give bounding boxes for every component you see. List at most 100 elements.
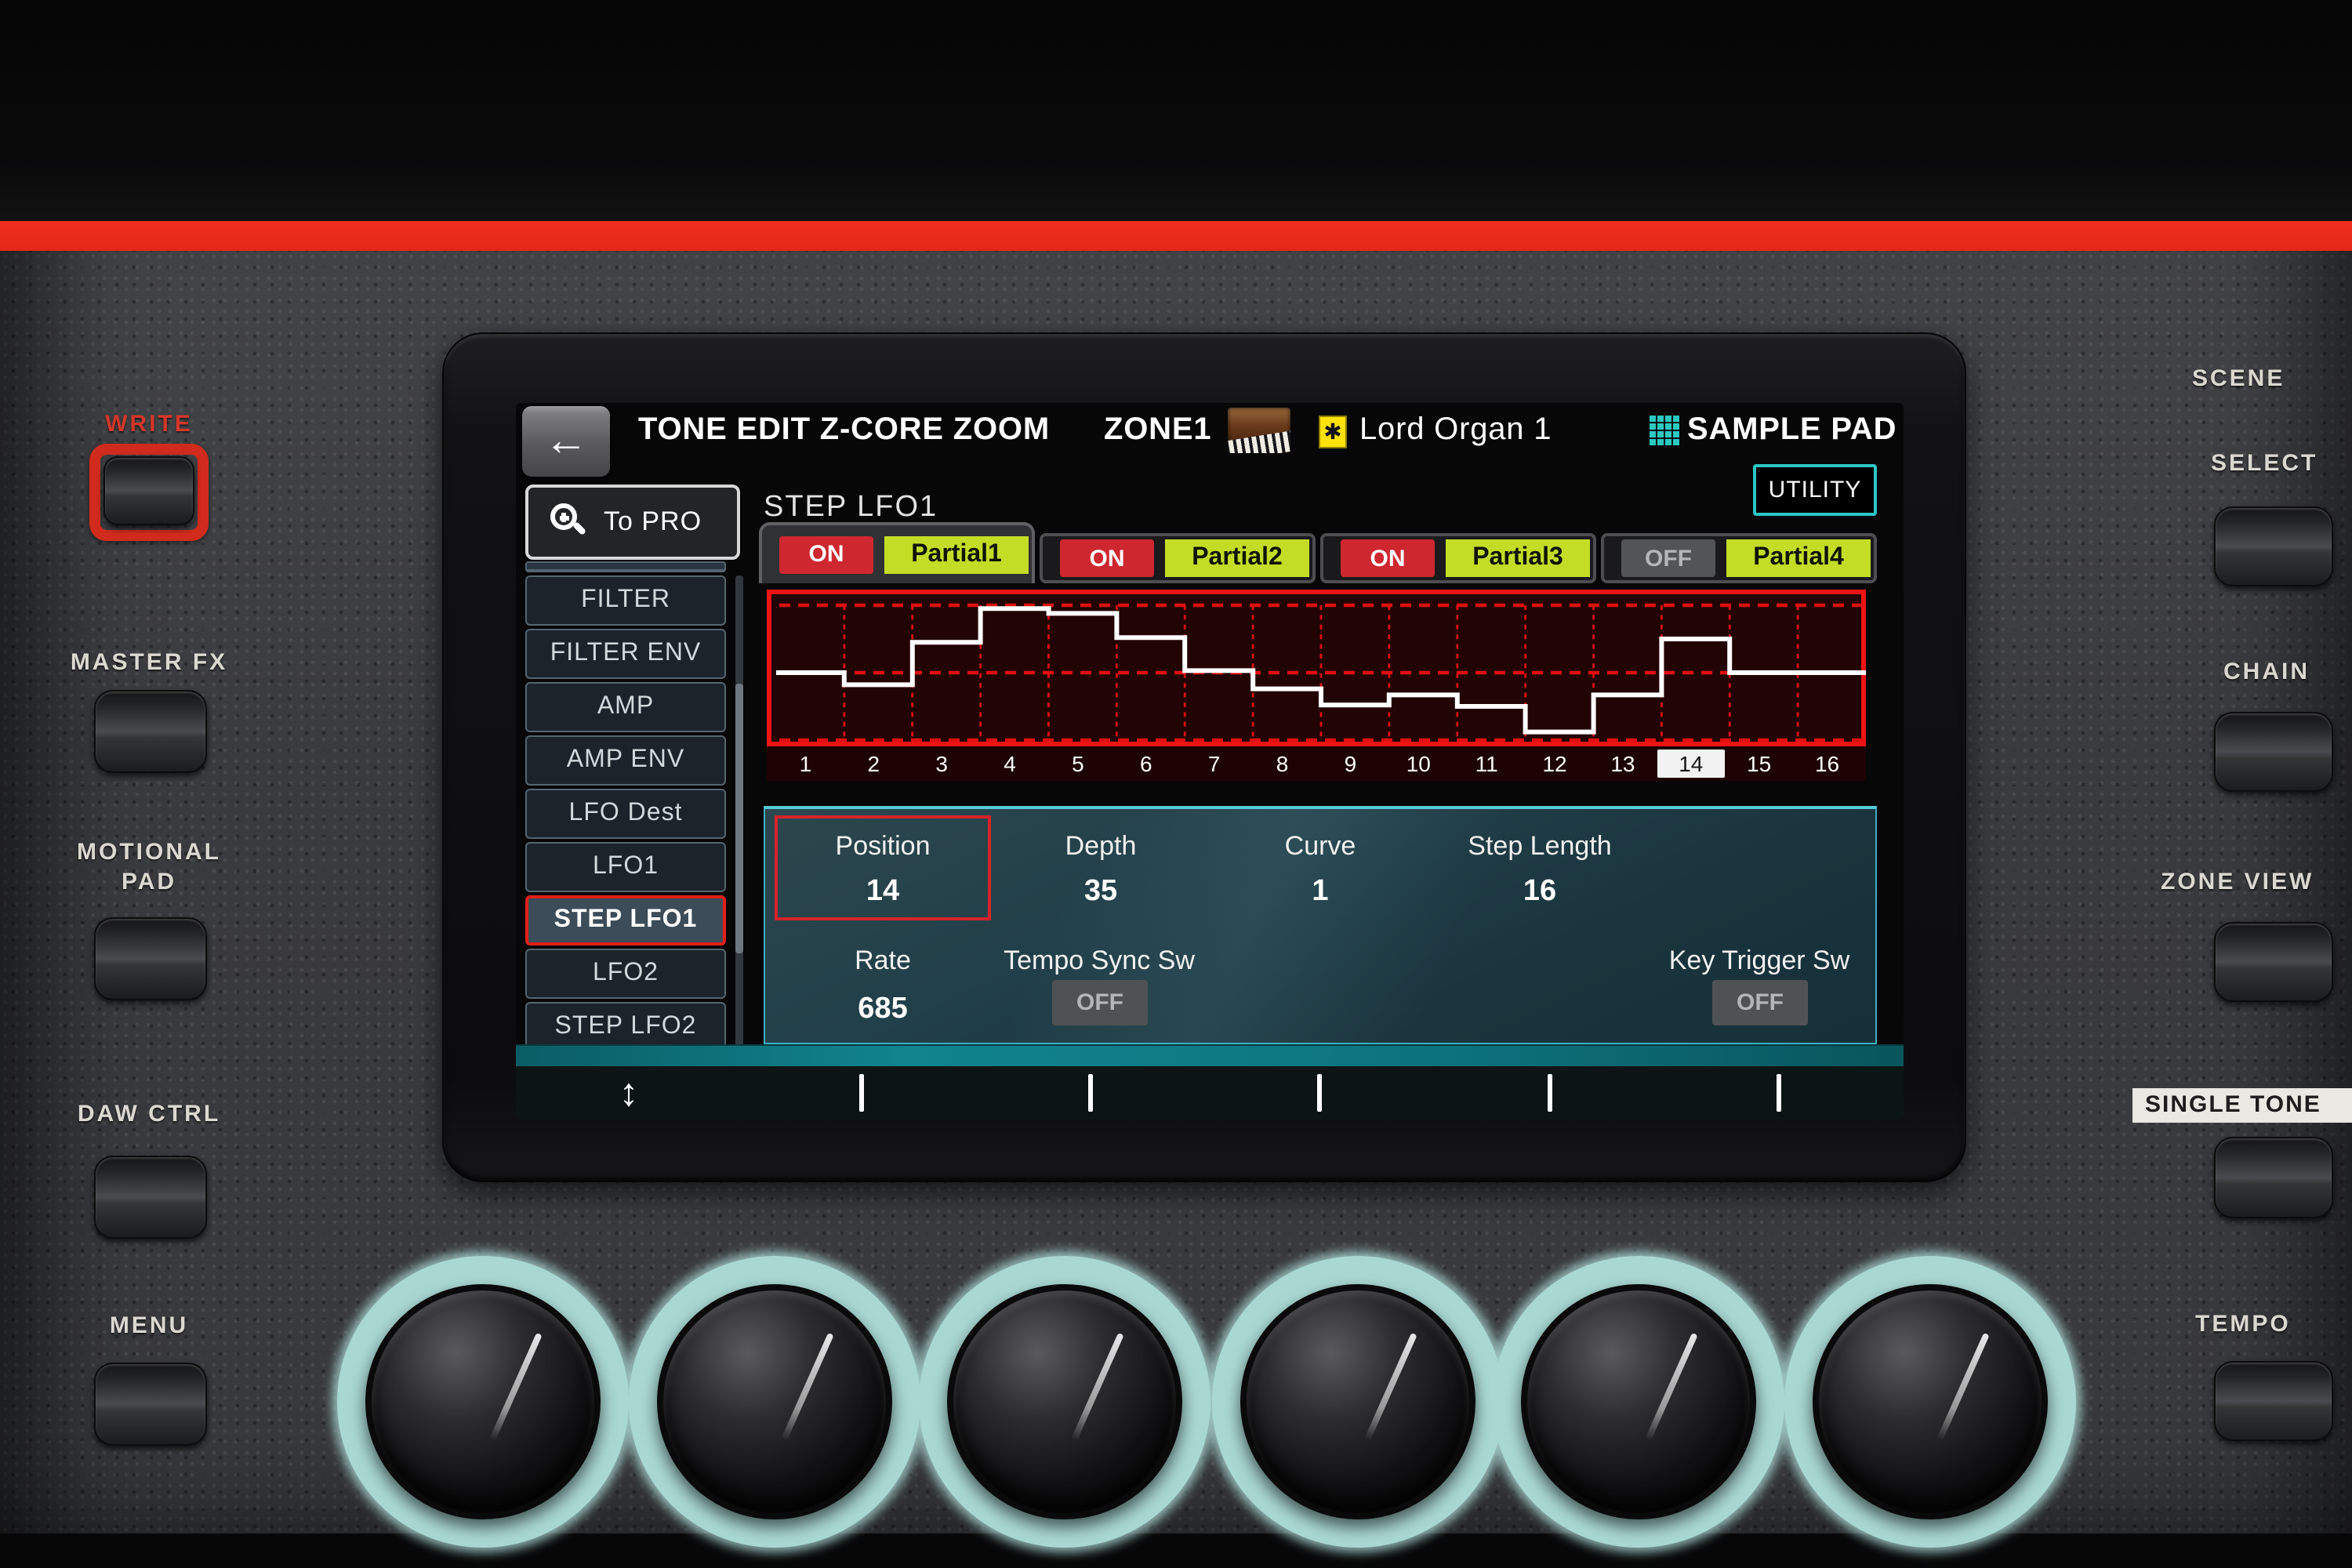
single-tone-button[interactable] xyxy=(2214,1137,2333,1218)
top-housing xyxy=(0,0,2352,251)
knob-glow-ring xyxy=(629,1256,920,1548)
organ-thumbnail xyxy=(1228,408,1290,453)
sidebar-item-amp-env[interactable]: AMP ENV xyxy=(525,735,726,786)
zoom-plus-icon xyxy=(550,503,588,541)
utility-button[interactable]: UTILITY xyxy=(1753,464,1877,516)
function-knob-3[interactable] xyxy=(947,1284,1182,1519)
step-number-4[interactable]: 4 xyxy=(976,750,1044,778)
function-knob-1[interactable] xyxy=(365,1284,601,1519)
step-number-12[interactable]: 12 xyxy=(1521,750,1589,778)
partial-switch-badge[interactable]: ON xyxy=(1060,539,1154,577)
back-button[interactable]: ← xyxy=(522,406,610,477)
to-pro-button[interactable]: To PRO xyxy=(525,485,740,560)
curve-value[interactable]: 1 xyxy=(1312,875,1328,909)
step-length-value[interactable]: 16 xyxy=(1523,875,1556,909)
partial-switch-badge[interactable]: ON xyxy=(1341,539,1435,577)
tempo-label: TEMPO xyxy=(2195,1311,2291,1338)
sidebar-item-filter[interactable]: FILTER xyxy=(525,575,726,626)
screen-title: TONE EDIT Z-CORE ZOOM xyxy=(638,412,1050,447)
knob-glow-ring xyxy=(337,1256,629,1548)
function-knob-6[interactable] xyxy=(1813,1284,2048,1519)
zone-view-label: ZONE VIEW xyxy=(2161,869,2314,895)
zone-view-button[interactable] xyxy=(2214,922,2333,1002)
step-number-8[interactable]: 8 xyxy=(1248,750,1316,778)
zone-indicator[interactable]: ZONE1 xyxy=(1104,412,1211,448)
step-number-16[interactable]: 16 xyxy=(1793,750,1861,778)
tempo-sync-switch[interactable]: OFF xyxy=(1052,980,1148,1025)
select-label: SELECT xyxy=(2211,450,2318,477)
tempo-button[interactable] xyxy=(2214,1361,2333,1441)
step-number-9[interactable]: 9 xyxy=(1316,750,1385,778)
rate-label: Rate xyxy=(855,946,911,975)
sample-pad-label[interactable]: SAMPLE PAD xyxy=(1687,412,1896,448)
panel-edge-strip xyxy=(516,1044,1904,1066)
key-trigger-switch[interactable]: OFF xyxy=(1712,980,1808,1025)
tab-partial1[interactable]: ON Partial1 xyxy=(759,522,1035,583)
sidebar-item-filter-env[interactable]: FILTER ENV xyxy=(525,629,726,679)
partial-switch-badge[interactable]: ON xyxy=(779,535,873,573)
tone-edited-badge-icon: ✱ xyxy=(1319,416,1347,448)
step-number-14[interactable]: 14 xyxy=(1657,750,1726,778)
page-title: STEP LFO1 xyxy=(764,491,938,524)
graph-frame xyxy=(767,590,1866,746)
function-knob-4[interactable] xyxy=(1240,1284,1475,1519)
partial-switch-badge[interactable]: OFF xyxy=(1621,539,1715,577)
function-key-divider xyxy=(1547,1074,1552,1112)
knob-glow-ring xyxy=(1493,1256,1784,1548)
master-fx-label: MASTER FX xyxy=(70,649,228,676)
function-key-divider xyxy=(1777,1074,1782,1112)
curve-label: Curve xyxy=(1284,831,1356,861)
position-value[interactable]: 14 xyxy=(866,875,899,909)
scroll-updown-icon[interactable]: ↕ xyxy=(607,1071,651,1115)
sidebar-item-step-lfo1[interactable]: STEP LFO1 xyxy=(525,895,726,946)
tone-name[interactable]: Lord Organ 1 xyxy=(1359,412,1552,448)
sidebar-item-clipped[interactable] xyxy=(525,561,726,572)
motional-pad-button[interactable] xyxy=(94,917,207,1000)
bottom-housing xyxy=(0,1534,2352,1568)
select-button[interactable] xyxy=(2214,506,2333,586)
scrollbar-thumb[interactable] xyxy=(735,684,743,953)
motional-pad-label-line2: PAD xyxy=(121,869,177,895)
write-button[interactable] xyxy=(103,456,194,525)
param-panel: Position 14 Depth 35 Curve 1 Step Length… xyxy=(764,806,1877,1044)
knob-glow-ring xyxy=(919,1256,1210,1548)
step-number-13[interactable]: 13 xyxy=(1589,750,1657,778)
step-number-6[interactable]: 6 xyxy=(1112,750,1180,778)
menu-label: MENU xyxy=(109,1312,189,1339)
step-lfo-graph[interactable]: 1 2 3 4 5 6 7 8 9 10 11 12 13 14 15 16 xyxy=(767,590,1866,781)
step-number-15[interactable]: 15 xyxy=(1725,750,1793,778)
step-number-1[interactable]: 1 xyxy=(771,750,840,778)
sidebar-item-amp[interactable]: AMP xyxy=(525,682,726,732)
sidebar-scrollbar[interactable] xyxy=(735,575,743,1051)
function-knob-5[interactable] xyxy=(1521,1284,1756,1519)
daw-ctrl-button[interactable] xyxy=(94,1156,207,1239)
chain-button[interactable] xyxy=(2214,712,2333,792)
knob-glow-ring xyxy=(1784,1256,2076,1548)
knob-glow-ring xyxy=(1212,1256,1504,1548)
menu-button[interactable] xyxy=(94,1363,207,1446)
step-number-7[interactable]: 7 xyxy=(1180,750,1248,778)
sidebar-item-lfo-dest[interactable]: LFO Dest xyxy=(525,789,726,839)
sidebar-item-lfo1[interactable]: LFO1 xyxy=(525,842,726,892)
tab-partial4[interactable]: OFF Partial4 xyxy=(1601,533,1877,583)
sidebar-item-lfo2[interactable]: LFO2 xyxy=(525,949,726,999)
function-knob-2[interactable] xyxy=(657,1284,892,1519)
step-number-11[interactable]: 11 xyxy=(1453,750,1521,778)
scene-label: SCENE xyxy=(2192,365,2285,392)
depth-value[interactable]: 35 xyxy=(1084,875,1117,909)
rate-value[interactable]: 685 xyxy=(858,993,907,1027)
to-pro-label: To PRO xyxy=(604,506,702,536)
step-number-5[interactable]: 5 xyxy=(1044,750,1112,778)
tab-partial2[interactable]: ON Partial2 xyxy=(1040,533,1316,583)
write-button-frame xyxy=(89,444,209,541)
tab-partial3[interactable]: ON Partial3 xyxy=(1320,533,1596,583)
depth-label: Depth xyxy=(1065,831,1137,861)
step-number-10[interactable]: 10 xyxy=(1385,750,1453,778)
step-number-row: 1 2 3 4 5 6 7 8 9 10 11 12 13 14 15 16 xyxy=(771,750,1861,778)
step-number-3[interactable]: 3 xyxy=(908,750,976,778)
master-fx-button[interactable] xyxy=(94,690,207,773)
key-trigger-label: Key Trigger Sw xyxy=(1668,946,1850,975)
step-number-2[interactable]: 2 xyxy=(840,750,908,778)
motional-pad-label-line1: MOTIONAL xyxy=(77,839,221,866)
synth-front-panel: WRITE MASTER FX MOTIONAL PAD DAW CTRL ME… xyxy=(0,0,2352,1568)
